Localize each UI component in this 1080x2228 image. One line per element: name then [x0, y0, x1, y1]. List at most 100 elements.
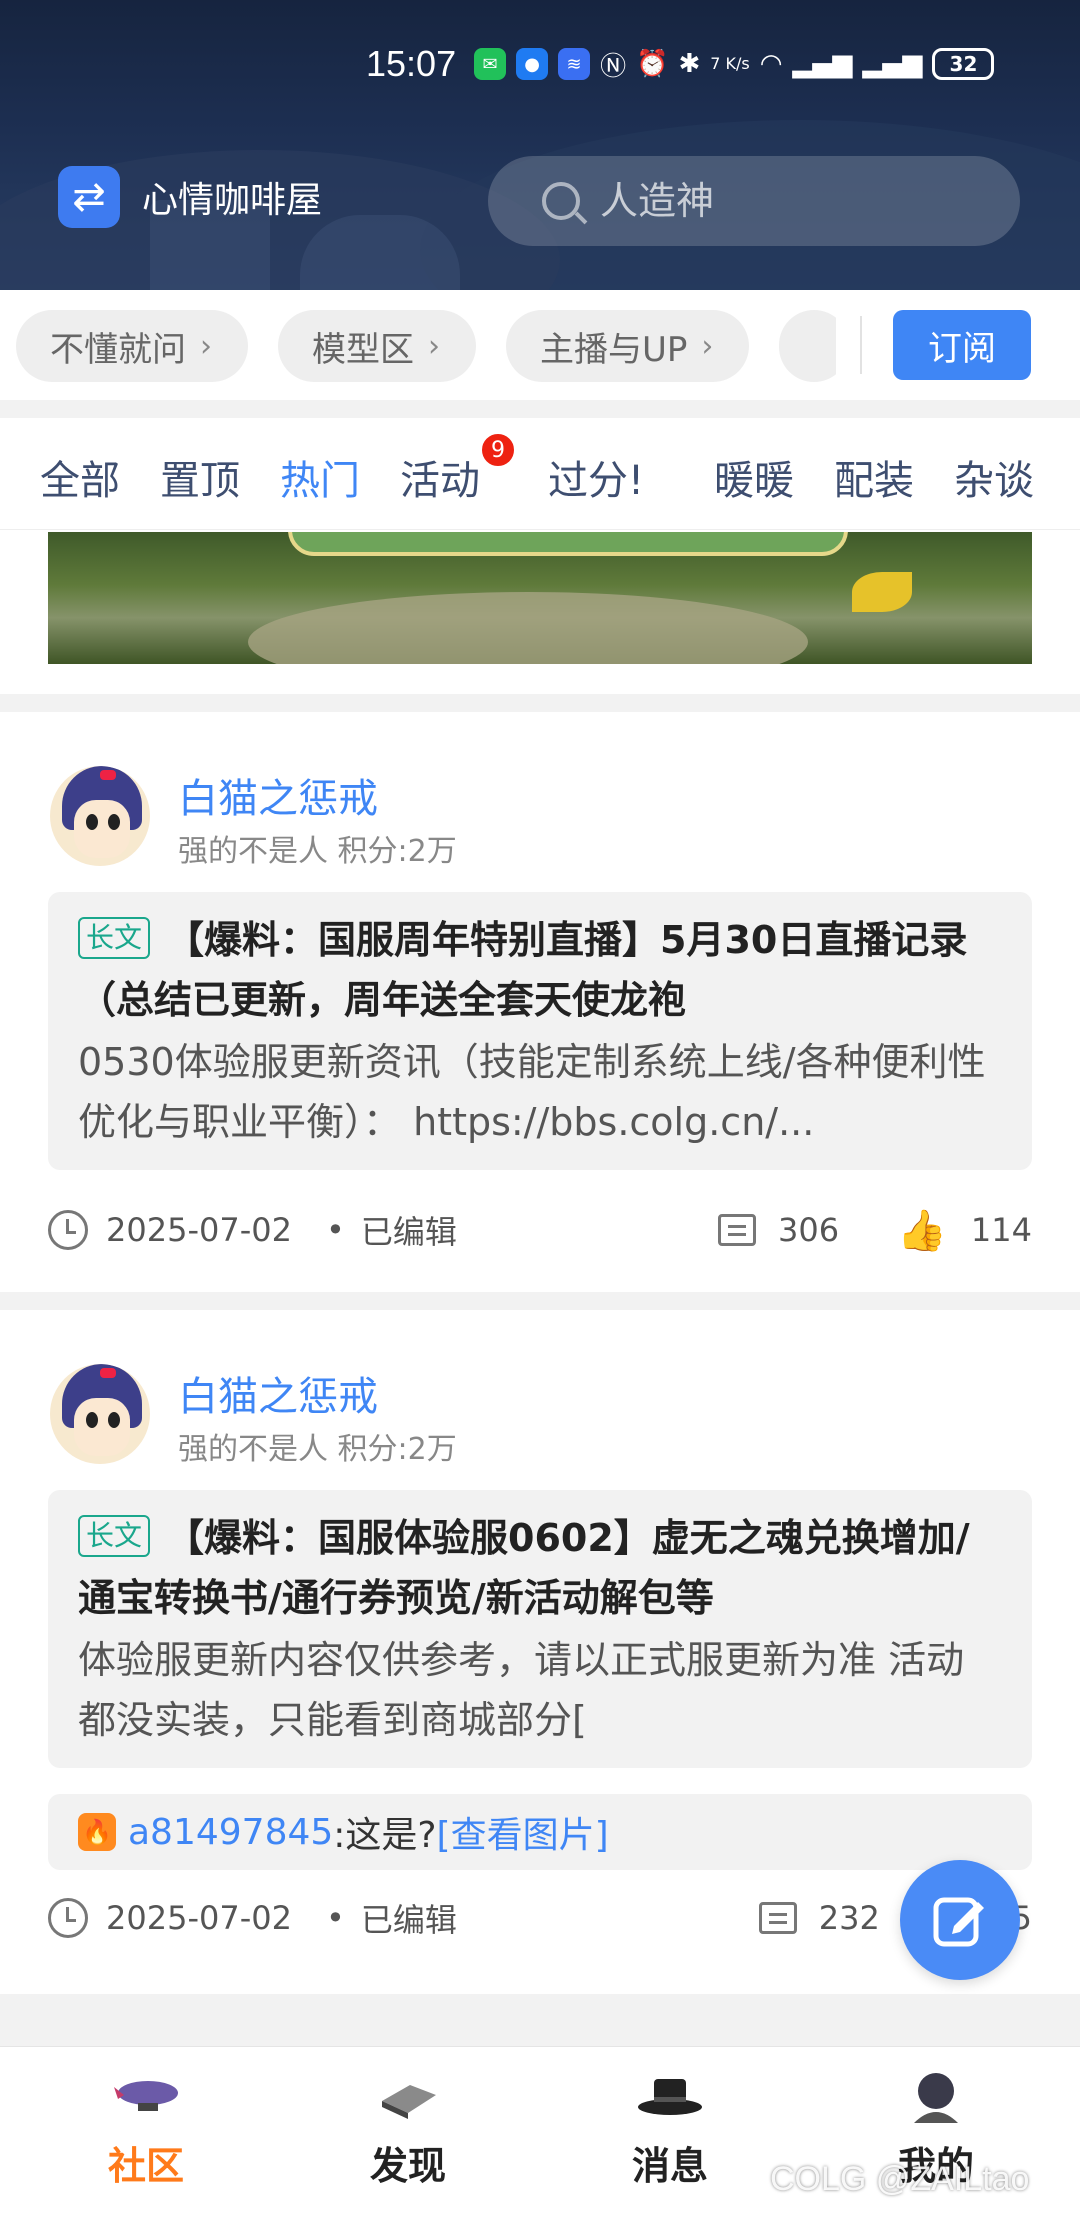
promo-banner[interactable]	[48, 532, 1032, 664]
post-content[interactable]: 长文 【爆料：国服体验服0602】虚无之魂兑换增加/通宝转换书/通行券预览/新活动…	[48, 1490, 1032, 1768]
post-meta: 2025-07-02 • 已编辑 232 👍 5	[48, 1888, 1032, 1948]
tab-chat[interactable]: 杂谈	[954, 448, 1034, 506]
avatar-face	[74, 800, 130, 858]
post-date: 2025-07-02	[106, 1899, 292, 1937]
avatar[interactable]	[50, 766, 150, 866]
tab-events[interactable]: 活动	[400, 448, 480, 506]
long-post-tag: 长文	[78, 917, 151, 959]
sub-forum-chips: 不懂就问 › 模型区 › 主播与UP ›	[16, 310, 836, 382]
search-box[interactable]	[488, 156, 1020, 246]
section-gap	[0, 694, 1080, 712]
watermark: COLG @ZAILtao	[770, 2160, 1030, 2198]
alarm-icon: ⏰	[636, 49, 669, 79]
tab-nuannuan[interactable]: 暖暖	[714, 448, 794, 506]
author-name[interactable]: 白猫之惩戒	[178, 1364, 378, 1422]
tab-hot[interactable]: 热门	[280, 448, 360, 506]
hot-reply[interactable]: 🔥 a81497845 :这是? [查看图片]	[48, 1794, 1032, 1870]
view-image-link[interactable]: [查看图片]	[437, 1806, 609, 1858]
chip-models[interactable]: 模型区 ›	[278, 310, 476, 382]
tab-pinned[interactable]: 置顶	[160, 448, 240, 506]
author-meta: 强的不是人 积分:2万	[178, 1432, 457, 1467]
clock-icon	[48, 1898, 88, 1938]
section-gap	[0, 400, 1080, 418]
app-title: 心情咖啡屋	[142, 180, 323, 221]
tab-all[interactable]: 全部	[40, 448, 120, 506]
post-stats: 306 👍 114	[718, 1200, 1032, 1260]
butterfly-icon	[852, 572, 912, 612]
bottom-nav: 社区 发现 消息 我的	[0, 2046, 1080, 2228]
banner-title-band	[288, 532, 848, 556]
comment-count: 232	[818, 1899, 880, 1937]
separator-dot: •	[325, 1899, 345, 1937]
chip-newbie-questions[interactable]: 不懂就问 ›	[16, 310, 248, 382]
separator-dot: •	[325, 1211, 345, 1249]
tab-too-much[interactable]: 过分!	[548, 448, 644, 506]
search-input[interactable]	[600, 179, 980, 223]
divider	[860, 316, 862, 374]
nav-community[interactable]: 社区	[56, 2065, 236, 2215]
wechat-icon: ✉	[474, 48, 507, 80]
search-icon	[542, 182, 580, 220]
chip-label: 不懂就问	[50, 329, 186, 370]
avatar-bow	[100, 770, 116, 780]
avatar[interactable]	[50, 1364, 150, 1464]
book-icon	[382, 2085, 436, 2119]
clock-icon	[48, 1210, 88, 1250]
post-content[interactable]: 长文 【爆料：国服周年特别直播】5月30日直播记录（总结已更新，周年送全套天使龙袍…	[48, 892, 1032, 1170]
post-title: 长文 【爆料：国服体验服0602】虚无之魂兑换增加/通宝转换书/通行券预览/新活动…	[78, 1508, 1002, 1628]
header: 15:07 ✉ ● ≋ Ⓝ ⏰ ✱ 7 K/s ◠ ▂▄▆ ▂▄▆ 32 ⇄ 心…	[0, 0, 1080, 290]
reply-user[interactable]: a81497845	[128, 1812, 333, 1853]
tab-builds[interactable]: 配装	[834, 448, 914, 506]
post-excerpt: 0530体验服更新资讯（技能定制系统上线/各种便利性优化与职业平衡）： http…	[78, 1040, 986, 1144]
avatar-eye	[108, 1412, 120, 1428]
new-post-button[interactable]	[900, 1860, 1020, 1980]
thumbs-up-icon[interactable]: 👍	[897, 1207, 947, 1254]
app-switcher[interactable]: ⇄ 心情咖啡屋	[58, 166, 322, 228]
post-title: 长文 【爆料：国服周年特别直播】5月30日直播记录（总结已更新，周年送全套天使龙袍	[78, 910, 1002, 1030]
chip-streamers[interactable]: 主播与UP ›	[506, 310, 750, 382]
nav-messages[interactable]: 消息	[580, 2065, 760, 2215]
chip-label: 模型区	[312, 329, 414, 370]
switch-icon: ⇄	[58, 166, 120, 228]
nav-label: 社区	[107, 2144, 184, 2188]
top-hat-icon	[638, 2079, 702, 2115]
comment-icon[interactable]	[718, 1214, 757, 1246]
comment-icon[interactable]	[758, 1902, 797, 1934]
signal-5g-icon: ▂▄▆	[792, 49, 853, 79]
avatar-eye	[86, 814, 98, 830]
reply-text: :这是?	[333, 1815, 437, 1856]
avatar-face	[74, 1398, 130, 1456]
post-excerpt: 体验服更新内容仅供参考，请以正式服更新为准 活动都没实装，只能看到商城部分[	[78, 1638, 965, 1742]
chip-label: 主播与UP	[540, 329, 688, 370]
author-name[interactable]: 白猫之惩戒	[178, 766, 378, 824]
subscribe-button[interactable]: 订阅	[893, 310, 1031, 380]
post-separator	[0, 1292, 1080, 1310]
chevron-right-icon: ›	[428, 328, 440, 364]
edit-icon	[933, 1897, 984, 1947]
battery-icon: 32	[932, 48, 995, 80]
net-speed: 7 K/s	[710, 54, 750, 73]
avatar-bow	[100, 1368, 116, 1378]
header-background-house	[300, 215, 460, 290]
post-title-text: 【爆料：国服体验服0602】虚无之魂兑换增加/通宝转换书/通行券预览/新活动解包…	[78, 1516, 970, 1620]
post-card[interactable]: 白猫之惩戒 强的不是人 积分:2万 长文 【爆料：国服周年特别直播】5月30日直播…	[0, 712, 1080, 1292]
post-date: 2025-07-02	[106, 1211, 292, 1249]
status-bar: 15:07 ✉ ● ≋ Ⓝ ⏰ ✱ 7 K/s ◠ ▂▄▆ ▂▄▆ 32	[366, 40, 1040, 88]
banner-path	[248, 592, 808, 664]
nav-discover[interactable]: 发现	[318, 2065, 498, 2215]
character-avatar-icon	[914, 2073, 958, 2123]
post-title-text: 【爆料：国服周年特别直播】5月30日直播记录（总结已更新，周年送全套天使龙袍	[78, 918, 968, 1022]
edited-label: 已编辑	[360, 1901, 457, 1939]
airship-icon	[114, 2081, 178, 2111]
edited-label: 已编辑	[360, 1213, 457, 1251]
voice-icon: ≋	[558, 48, 591, 80]
chip-partial[interactable]	[779, 310, 836, 382]
long-post-tag: 长文	[78, 1515, 151, 1557]
chevron-right-icon: ›	[200, 328, 212, 364]
author-meta: 强的不是人 积分:2万	[178, 834, 457, 869]
chevron-right-icon: ›	[701, 328, 714, 364]
category-tabs: 全部 置顶 热门 活动 9 过分! 暖暖 配装 杂谈	[0, 418, 1080, 530]
bluetooth-icon: ✱	[678, 49, 701, 79]
like-count: 114	[970, 1211, 1032, 1249]
notification-badge: 9	[480, 432, 516, 468]
